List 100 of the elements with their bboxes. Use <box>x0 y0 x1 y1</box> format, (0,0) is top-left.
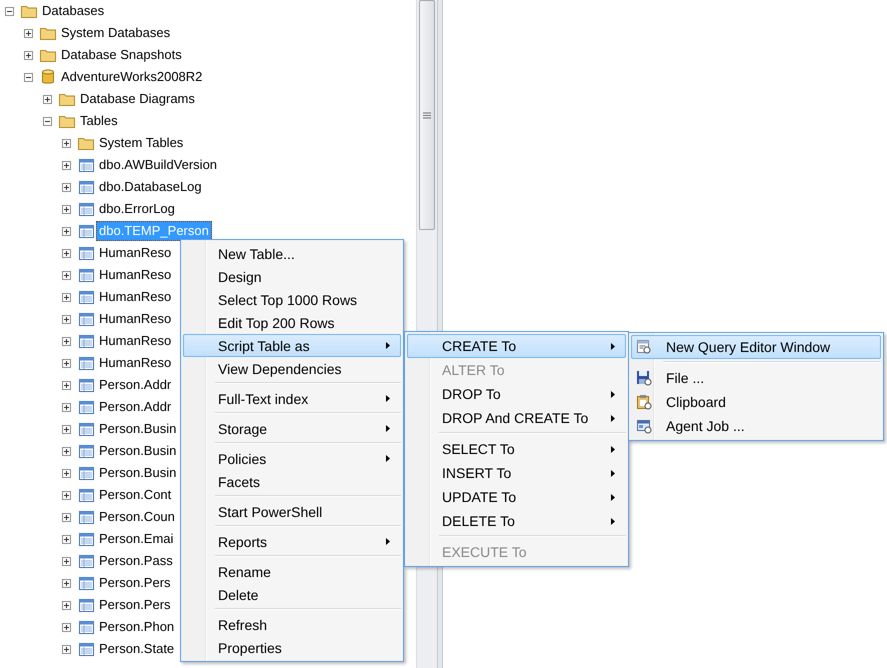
tree-node[interactable]: Person.State <box>96 639 178 659</box>
table-icon <box>78 312 94 326</box>
expand-icon[interactable] <box>62 270 71 280</box>
expand-icon[interactable] <box>62 424 71 434</box>
menu-item[interactable]: DROP To <box>407 382 626 406</box>
tree-node[interactable]: Databases <box>39 1 108 21</box>
tree-node[interactable]: Person.Pers <box>96 573 174 593</box>
tree-node[interactable]: dbo.ErrorLog <box>96 199 178 219</box>
menu-item[interactable]: View Dependencies <box>183 357 401 380</box>
expand-icon[interactable] <box>62 402 71 412</box>
menu-item[interactable]: Start PowerShell <box>183 500 401 523</box>
folder-icon <box>40 48 56 62</box>
tree-node[interactable]: HumanReso <box>96 243 174 263</box>
tree-node[interactable]: Person.Busin <box>96 463 180 483</box>
menu-item[interactable]: Refresh <box>183 613 401 636</box>
menu-item[interactable]: Clipboard <box>631 390 881 414</box>
table-icon <box>78 598 94 612</box>
tree-node[interactable]: HumanReso <box>96 353 174 373</box>
tree-node[interactable]: HumanReso <box>96 309 174 329</box>
tree-node[interactable]: Person.Busin <box>96 419 180 439</box>
expand-icon[interactable] <box>62 512 71 522</box>
expand-icon[interactable] <box>62 204 71 214</box>
folder-icon <box>59 92 75 106</box>
tree-node[interactable]: dbo.AWBuildVersion <box>96 155 220 175</box>
expand-icon[interactable] <box>43 94 52 104</box>
expand-icon[interactable] <box>62 358 71 368</box>
scroll-thumb[interactable] <box>419 0 435 230</box>
expand-icon[interactable] <box>62 622 71 632</box>
menu-item[interactable]: SELECT To <box>407 437 626 461</box>
menu-item[interactable]: Facets <box>183 470 401 493</box>
expand-icon[interactable] <box>62 534 71 544</box>
tree-node[interactable]: Person.Emai <box>96 529 176 549</box>
menu-item[interactable]: INSERT To <box>407 461 626 485</box>
expand-icon[interactable] <box>62 292 71 302</box>
menu-item[interactable]: Storage <box>183 417 401 440</box>
tree-node[interactable]: Person.Cont <box>96 485 174 505</box>
menu-item[interactable]: Policies <box>183 447 401 470</box>
expand-icon[interactable] <box>62 644 71 654</box>
tree-node[interactable]: dbo.DatabaseLog <box>96 177 205 197</box>
menu-item[interactable]: Script Table as <box>183 334 401 357</box>
tree-node[interactable]: Person.Phon <box>96 617 178 637</box>
menu-item[interactable]: New Table... <box>183 242 401 265</box>
menu-item[interactable]: Design <box>183 265 401 288</box>
tree-node[interactable]: Tables <box>77 111 121 131</box>
tree-node[interactable]: HumanReso <box>96 287 174 307</box>
tree-node[interactable]: Database Diagrams <box>77 89 198 109</box>
table-icon <box>78 444 94 458</box>
tree-node[interactable]: Person.Pass <box>96 551 176 571</box>
expand-icon[interactable] <box>62 138 71 148</box>
menu-item[interactable]: File ... <box>631 366 881 390</box>
menu-item[interactable]: UPDATE To <box>407 485 626 509</box>
menu-item[interactable]: New Query Editor Window <box>631 335 881 359</box>
collapse-icon[interactable] <box>24 72 33 82</box>
agent-job-icon <box>636 418 652 434</box>
tree-node[interactable]: AdventureWorks2008R2 <box>58 67 206 87</box>
expand-icon[interactable] <box>62 160 71 170</box>
table-icon <box>78 422 94 436</box>
expand-icon[interactable] <box>62 600 71 610</box>
expand-icon[interactable] <box>62 314 71 324</box>
expand-icon[interactable] <box>62 468 71 478</box>
tree-node[interactable]: Person.Coun <box>96 507 178 527</box>
tree-node[interactable]: Person.Pers <box>96 595 174 615</box>
expand-icon[interactable] <box>62 490 71 500</box>
tree-node[interactable]: Database Snapshots <box>58 45 185 65</box>
menu-item[interactable]: DROP And CREATE To <box>407 406 626 430</box>
expand-icon[interactable] <box>24 28 33 38</box>
menu-item[interactable]: Delete <box>183 583 401 606</box>
menu-item[interactable]: Edit Top 200 Rows <box>183 311 401 334</box>
tree-node[interactable]: Person.Addr <box>96 397 174 417</box>
tree-node[interactable]: Person.Busin <box>96 441 180 461</box>
table-icon <box>78 356 94 370</box>
expand-icon[interactable] <box>62 248 71 258</box>
expand-icon[interactable] <box>62 380 71 390</box>
tree-node[interactable]: System Databases <box>58 23 174 43</box>
expand-icon[interactable] <box>24 50 33 60</box>
table-icon <box>78 642 94 656</box>
menu-item[interactable]: Select Top 1000 Rows <box>183 288 401 311</box>
menu-item[interactable]: Properties <box>183 636 401 659</box>
menu-item[interactable]: DELETE To <box>407 509 626 533</box>
menu-item[interactable]: Rename <box>183 560 401 583</box>
folder-icon <box>21 4 37 18</box>
menu-item[interactable]: Agent Job ... <box>631 414 881 438</box>
table-icon <box>78 290 94 304</box>
expand-icon[interactable] <box>62 446 71 456</box>
tree-node[interactable]: Person.Addr <box>96 375 174 395</box>
expand-icon[interactable] <box>62 578 71 588</box>
clipboard-icon <box>636 394 652 410</box>
table-icon <box>78 158 94 172</box>
menu-item[interactable]: CREATE To <box>407 334 626 358</box>
expand-icon[interactable] <box>62 336 71 346</box>
expand-icon[interactable] <box>62 556 71 566</box>
collapse-icon[interactable] <box>43 116 52 126</box>
collapse-icon[interactable] <box>5 6 14 16</box>
menu-item[interactable]: Full-Text index <box>183 387 401 410</box>
menu-item[interactable]: Reports <box>183 530 401 553</box>
tree-node[interactable]: HumanReso <box>96 331 174 351</box>
tree-node[interactable]: System Tables <box>96 133 186 153</box>
tree-node[interactable]: HumanReso <box>96 265 174 285</box>
expand-icon[interactable] <box>62 226 71 236</box>
expand-icon[interactable] <box>62 182 71 192</box>
